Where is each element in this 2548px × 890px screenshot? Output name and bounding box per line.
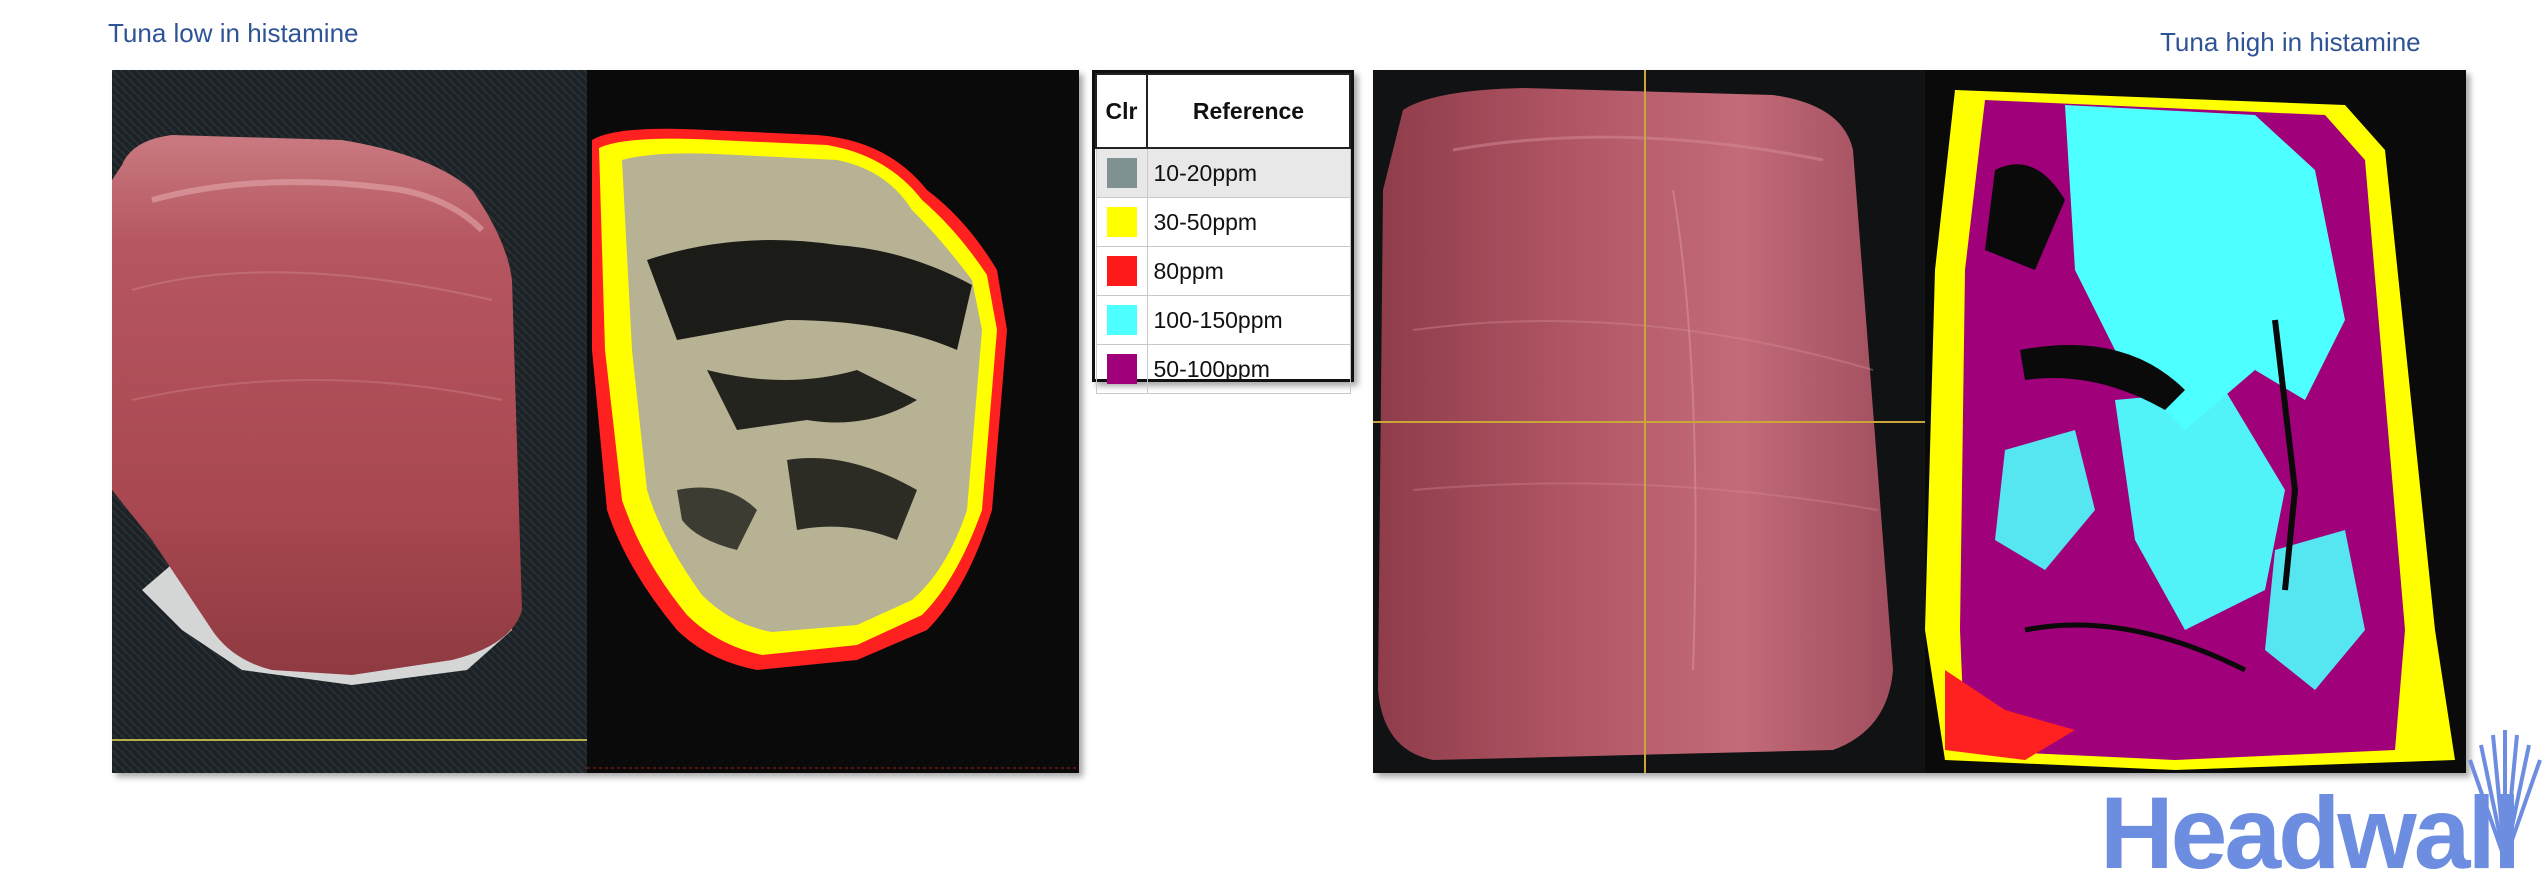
legend-swatch: [1106, 207, 1137, 237]
legend-table: Clr Reference 10-20ppm 30-50ppm 80ppm 10…: [1095, 73, 1351, 394]
legend-row[interactable]: 80ppm: [1095, 246, 1351, 296]
histamine-legend: Clr Reference 10-20ppm 30-50ppm 80ppm 10…: [1092, 70, 1354, 394]
legend-swatch: [1106, 256, 1137, 286]
right-caption: Tuna high in histamine: [2160, 27, 2421, 57]
logo-text: Headwall: [2100, 776, 2521, 890]
low-histamine-photo: [112, 70, 587, 773]
legend-row[interactable]: 10-20ppm: [1095, 147, 1351, 198]
high-histamine-panel: [1373, 70, 2466, 773]
legend-swatch: [1106, 305, 1137, 335]
legend-swatch: [1106, 354, 1137, 384]
low-histamine-map: [587, 70, 1079, 773]
legend-label: 100-150ppm: [1146, 295, 1351, 345]
legend-header-color: Clr: [1095, 73, 1148, 149]
legend-label: 80ppm: [1146, 246, 1351, 296]
legend-label: 10-20ppm: [1146, 147, 1351, 198]
legend-row[interactable]: 30-50ppm: [1095, 197, 1351, 247]
legend-row[interactable]: 100-150ppm: [1095, 295, 1351, 345]
legend-header-reference: Reference: [1146, 73, 1351, 149]
low-histamine-panel: [112, 70, 1079, 773]
high-histamine-map: [1925, 70, 2466, 773]
legend-label: 30-50ppm: [1146, 197, 1351, 247]
legend-label: 50-100ppm: [1146, 344, 1351, 394]
headwall-logo: Headwall: [2100, 730, 2542, 884]
legend-swatch: [1106, 158, 1137, 188]
legend-row[interactable]: 50-100ppm: [1095, 344, 1351, 394]
left-caption: Tuna low in histamine: [108, 18, 359, 48]
high-histamine-photo: [1373, 70, 1925, 773]
